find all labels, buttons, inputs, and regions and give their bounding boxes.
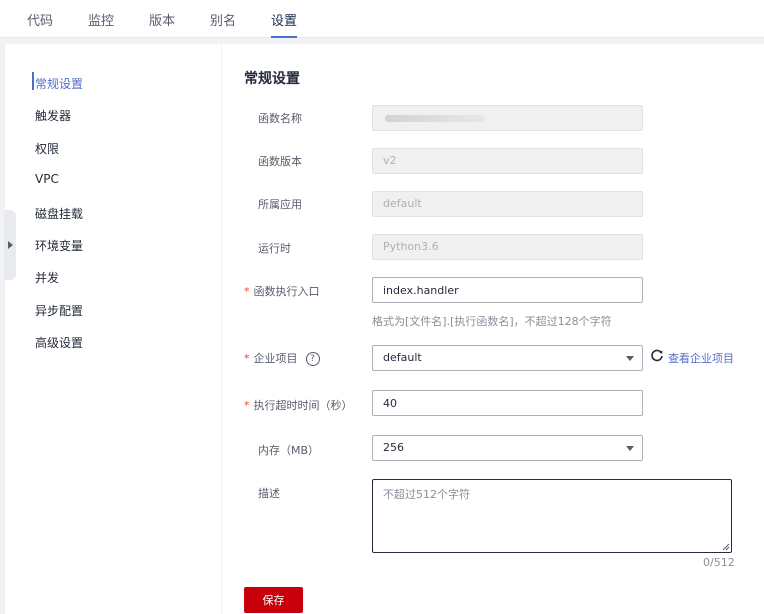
application-field: default [372, 191, 643, 217]
resize-grip-icon[interactable] [722, 543, 730, 551]
sidebar-item-vpc[interactable]: VPC [35, 172, 59, 186]
handler-label: * 函数执行入口 [244, 285, 320, 298]
description-char-counter: 0/512 [703, 556, 735, 569]
tab-versions[interactable]: 版本 [149, 10, 175, 38]
description-label: 描述 [258, 487, 280, 500]
memory-value: 256 [383, 441, 404, 454]
sidebar-collapse-handle[interactable] [4, 210, 16, 280]
active-item-indicator [32, 72, 34, 90]
top-tab-bar: 代码 监控 版本 别名 设置 [0, 0, 764, 38]
sidebar-item-async-config[interactable]: 异步配置 [35, 302, 83, 319]
chevron-down-icon [626, 446, 634, 451]
tab-settings[interactable]: 设置 [271, 10, 298, 38]
save-button[interactable]: 保存 [244, 587, 303, 613]
enterprise-project-label: * 企业项目? [244, 350, 320, 366]
sidebar-item-disk-mount[interactable]: 磁盘挂载 [35, 205, 83, 222]
general-settings-panel: 常规设置 函数名称 函数版本 v2 所属应用 default 运行时 Pytho… [222, 44, 764, 614]
required-mark: * [244, 352, 250, 365]
view-enterprise-projects-link[interactable]: 查看企业项目 [668, 350, 734, 366]
chevron-down-icon [626, 356, 634, 361]
sidebar-item-triggers[interactable]: 触发器 [35, 107, 71, 124]
handler-hint: 格式为[文件名].[执行函数名]，不超过128个字符 [372, 315, 612, 328]
handler-input[interactable] [372, 277, 643, 303]
sidebar-item-env-variables[interactable]: 环境变量 [35, 237, 83, 254]
enterprise-project-value: default [383, 351, 422, 364]
application-label: 所属应用 [258, 198, 302, 211]
memory-label: 内存（MB） [258, 444, 320, 457]
description-textarea[interactable] [372, 479, 732, 553]
function-version-field: v2 [372, 148, 643, 174]
required-mark: * [244, 285, 250, 298]
refresh-icon[interactable] [650, 349, 664, 363]
timeout-label: * 执行超时时间（秒） [244, 399, 353, 412]
chevron-right-icon [7, 241, 13, 249]
memory-select[interactable]: 256 [372, 435, 643, 461]
function-version-label: 函数版本 [258, 155, 302, 168]
sidebar-item-general[interactable]: 常规设置 [35, 75, 83, 92]
tab-monitor[interactable]: 监控 [88, 10, 114, 38]
timeout-input[interactable] [372, 390, 643, 416]
runtime-field: Python3.6 [372, 234, 643, 260]
sidebar-item-permissions[interactable]: 权限 [35, 140, 59, 157]
settings-side-menu: 常规设置 触发器 权限 VPC 磁盘挂载 环境变量 并发 异步配置 高级设置 [5, 44, 221, 614]
enterprise-project-select[interactable]: default [372, 345, 643, 371]
runtime-label: 运行时 [258, 242, 291, 255]
page-title: 常规设置 [244, 71, 300, 87]
function-name-field [372, 105, 643, 131]
tab-aliases[interactable]: 别名 [210, 10, 236, 38]
sidebar-item-advanced[interactable]: 高级设置 [35, 334, 83, 351]
redacted-function-name [385, 115, 485, 122]
help-circle-icon[interactable]: ? [305, 352, 320, 366]
function-name-label: 函数名称 [258, 112, 302, 125]
sidebar-item-concurrency[interactable]: 并发 [35, 269, 59, 286]
required-mark: * [244, 399, 250, 412]
tab-code[interactable]: 代码 [27, 10, 53, 38]
